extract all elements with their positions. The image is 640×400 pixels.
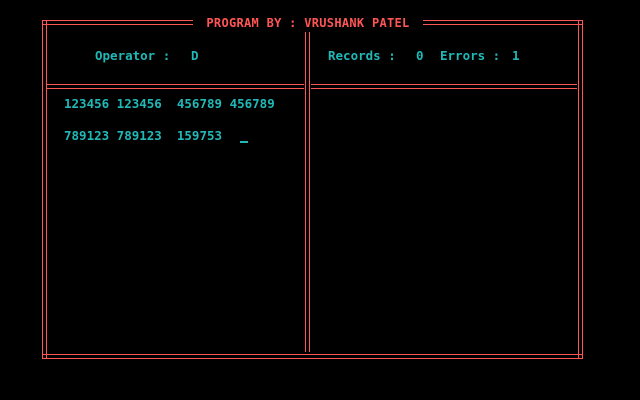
frame-left-border (42, 20, 47, 359)
panel-divider (305, 32, 310, 352)
frame-right-border (578, 20, 583, 359)
errors-label: Errors : (440, 48, 501, 63)
right-header-separator (311, 84, 577, 89)
operator-value: D (191, 48, 199, 63)
text-cursor[interactable] (240, 141, 248, 143)
data-line-2[interactable]: 789123 789123 159753 (64, 128, 222, 144)
frame-bottom-border (42, 354, 583, 359)
program-title: PROGRAM BY : VRUSHANK PATEL (193, 15, 423, 31)
errors-value: 1 (512, 48, 520, 63)
left-header-separator (47, 84, 304, 89)
data-line-1: 123456 123456 456789 456789 (64, 96, 275, 111)
operator-label: Operator : (95, 48, 171, 63)
dos-screen: PROGRAM BY : VRUSHANK PATEL Operator : D… (0, 0, 640, 400)
records-value: 0 (416, 48, 424, 63)
records-label: Records : (328, 48, 396, 63)
